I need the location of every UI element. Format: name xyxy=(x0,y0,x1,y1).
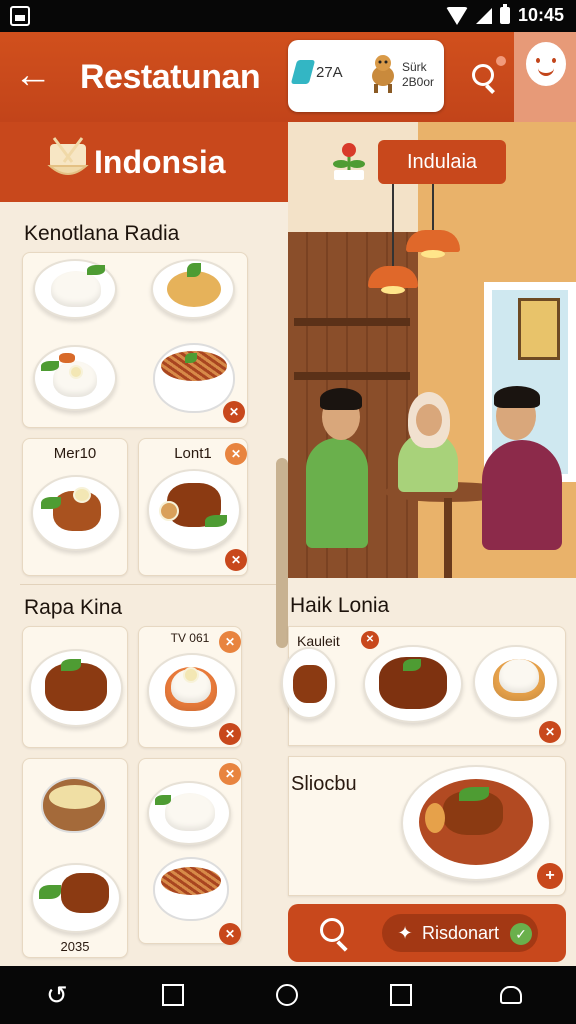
poster xyxy=(518,298,560,360)
section-title-3: Haik Lonia xyxy=(290,594,390,617)
restaurant-hero-image: Indulaia xyxy=(288,122,576,578)
region-banner: Indonsia xyxy=(0,122,288,202)
face-avatar-icon xyxy=(526,42,566,86)
square-icon[interactable] xyxy=(390,984,412,1006)
dish-label: 2035 xyxy=(60,939,90,954)
search-icon[interactable] xyxy=(320,918,344,942)
dish-card[interactable] xyxy=(22,626,128,748)
cutlery-icon[interactable]: ✕ xyxy=(539,721,561,743)
dish-card[interactable]: ✕ xyxy=(22,252,248,428)
bottom-action-bar: ✦ Risdonart ✓ xyxy=(288,904,566,962)
dish-card[interactable]: Kauleit ✕ ✕ xyxy=(281,626,566,746)
featured-title: Sliocbu xyxy=(291,773,357,795)
cutlery-icon[interactable]: ✕ xyxy=(219,763,241,785)
shelf xyxy=(294,372,410,380)
cutlery-icon[interactable]: ✕ xyxy=(361,631,379,649)
dish-card[interactable]: 2035 xyxy=(22,758,128,958)
rice-plate-image xyxy=(33,259,117,319)
promo-right-line1: Sürk xyxy=(402,60,427,74)
user-nav-icon[interactable] xyxy=(500,986,522,1004)
rice-plate-image xyxy=(473,645,559,719)
home-icon[interactable] xyxy=(276,984,298,1006)
arrow-left-icon[interactable]: ← xyxy=(14,56,52,94)
noodle-bowl-image xyxy=(153,343,235,413)
divider xyxy=(20,584,278,585)
system-nav-bar: ↺ xyxy=(0,966,576,1024)
back-nav-icon[interactable]: ↺ xyxy=(46,980,68,1011)
satay-plate-image xyxy=(31,863,121,933)
restaurant-button-label: Risdonart xyxy=(422,923,500,943)
country-tag[interactable]: Indulaia xyxy=(378,140,506,184)
diner-man-left xyxy=(306,438,368,548)
right-menu-panel: Haik Lonia Kauleit ✕ ✕ Sliocbu + ✦ Risdo… xyxy=(281,578,576,966)
status-bar: 10:45 xyxy=(0,0,576,32)
app-title: Restatunan xyxy=(80,58,261,96)
dish-label: Mer10 xyxy=(53,445,97,462)
bowl-chopsticks-icon xyxy=(47,137,89,175)
wifi-icon xyxy=(445,6,468,25)
rice-plate-image xyxy=(147,781,231,845)
flower-icon xyxy=(333,143,365,180)
dish-card[interactable]: Lont1 ✕ ✕ xyxy=(138,438,248,576)
search-icon-handle xyxy=(485,84,495,94)
satay-plate-image xyxy=(147,469,241,551)
scrollbar[interactable] xyxy=(276,458,288,648)
noodle-bowl-image xyxy=(153,857,229,921)
profile-tab[interactable] xyxy=(514,32,576,122)
cutlery-icon[interactable]: ✕ xyxy=(223,401,245,423)
search-icon xyxy=(472,64,494,86)
ticket-icon xyxy=(290,60,316,84)
dish-card[interactable]: Mer10 xyxy=(22,438,128,576)
pendant-lamp xyxy=(368,266,418,288)
sausage-plate-image xyxy=(281,647,337,719)
left-menu-panel: Kenotlana Radia ✕ Mer10 Lont1 ✕ ✕ Rapa K… xyxy=(0,202,288,966)
shelf xyxy=(294,318,410,326)
check-icon: ✓ xyxy=(510,923,532,945)
cutlery-icon[interactable]: ✕ xyxy=(225,443,247,465)
add-icon[interactable]: + xyxy=(537,863,563,889)
diner-man-right xyxy=(482,440,562,550)
status-icons: 10:45 xyxy=(445,4,564,26)
restaurant-button[interactable]: ✦ Risdonart ✓ xyxy=(382,914,538,952)
cutlery-icon[interactable]: ✕ xyxy=(219,723,241,745)
promo-banner[interactable]: 27A Sürk 2B0or xyxy=(288,40,444,112)
beef-rendang-plate-image xyxy=(29,649,123,727)
dish-card[interactable]: TV 061 ✕ ✕ xyxy=(138,626,242,748)
pendant-lamp xyxy=(406,230,460,252)
recents-icon[interactable] xyxy=(162,984,184,1006)
status-time: 10:45 xyxy=(517,5,564,25)
promo-right-line2: 2B0or xyxy=(402,75,435,89)
curry-plate-image xyxy=(151,259,235,319)
cutlery-icon[interactable]: ✕ xyxy=(225,549,247,571)
section-title-2: Rapa Kina xyxy=(24,596,123,619)
rice-egg-plate-image xyxy=(147,653,237,729)
notification-dot xyxy=(496,56,506,66)
rendang-plate-image xyxy=(363,645,463,723)
region-title: Indonsia xyxy=(94,144,226,180)
soup-bowl-image xyxy=(41,777,107,833)
dish-card[interactable]: ✕ ✕ xyxy=(138,758,242,945)
notification-app-icon xyxy=(10,6,30,26)
cutlery-icon[interactable]: ✕ xyxy=(219,631,241,653)
fried-fish-plate-image xyxy=(31,475,121,551)
search-button[interactable] xyxy=(458,50,510,102)
section-title-1: Kenotlana Radia xyxy=(24,222,180,245)
featured-stew-plate-image xyxy=(401,765,551,881)
promo-right-text: Sürk 2B0or xyxy=(402,60,434,90)
compass-icon: ✦ xyxy=(397,923,413,943)
signal-icon xyxy=(475,7,492,24)
battery-icon xyxy=(499,4,510,24)
promo-left-text: 27A xyxy=(316,64,343,81)
cutlery-icon[interactable]: ✕ xyxy=(219,923,241,945)
app-header: ← Restatunan 27A Sürk 2B0or xyxy=(0,32,576,122)
nasi-plate-image xyxy=(33,345,117,411)
featured-dish-card[interactable]: Sliocbu + xyxy=(288,756,566,896)
mascot-icon xyxy=(372,55,394,93)
